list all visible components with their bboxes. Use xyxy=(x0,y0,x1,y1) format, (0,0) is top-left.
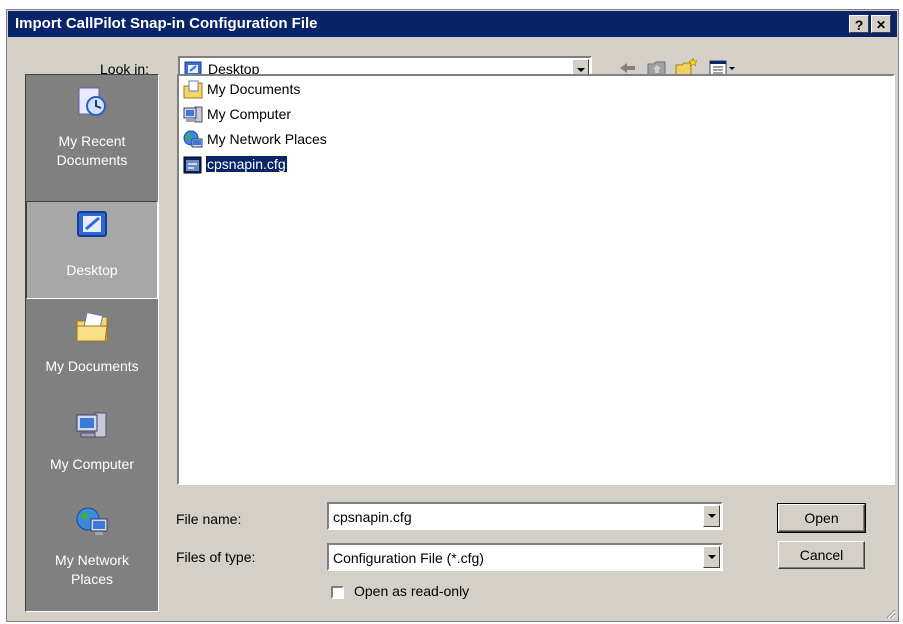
help-button[interactable]: ? xyxy=(849,15,869,33)
file-name: My Documents xyxy=(207,81,301,97)
place-label: My Documents xyxy=(45,358,139,374)
import-dialog: Import CallPilot Snap-in Configuration F… xyxy=(6,9,899,622)
my-computer-icon xyxy=(76,412,107,438)
read-only-label: Open as read-only xyxy=(354,583,470,599)
place-label: Documents xyxy=(56,152,128,168)
window-title: Import CallPilot Snap-in Configuration F… xyxy=(15,15,318,32)
place-desktop[interactable]: Desktop xyxy=(26,201,158,299)
close-button[interactable]: ✕ xyxy=(871,15,891,33)
place-label: My Recent xyxy=(58,133,126,149)
my-documents-icon xyxy=(76,311,108,342)
place-my-network-places[interactable]: My Network Places xyxy=(26,499,158,597)
file-name: My Network Places xyxy=(207,131,327,147)
title-bar: Import CallPilot Snap-in Configuration F… xyxy=(8,11,897,37)
computer-icon xyxy=(183,106,203,123)
recent-documents-icon xyxy=(78,87,106,116)
file-type-label: Files of type: xyxy=(176,549,256,565)
read-only-checkbox[interactable] xyxy=(331,586,344,599)
file-name-combo[interactable]: cpsnapin.cfg xyxy=(327,502,723,530)
file-name-input[interactable]: cpsnapin.cfg xyxy=(333,509,412,525)
file-type-combo[interactable]: Configuration File (*.cfg) xyxy=(327,543,723,571)
cancel-button[interactable]: Cancel xyxy=(778,541,865,569)
place-label: Desktop xyxy=(66,262,118,278)
folder-documents-icon xyxy=(183,80,203,99)
desktop-icon xyxy=(77,211,107,237)
network-places-icon xyxy=(76,507,108,535)
place-label: Places xyxy=(70,571,114,587)
place-my-computer[interactable]: My Computer xyxy=(26,403,158,501)
file-name: cpsnapin.cfg xyxy=(205,155,288,173)
file-type-value: Configuration File (*.cfg) xyxy=(333,550,484,566)
file-name-label: File name: xyxy=(176,511,242,527)
file-type-dropdown-button[interactable] xyxy=(703,546,720,568)
open-button[interactable]: Open xyxy=(777,503,866,533)
close-icon: ✕ xyxy=(875,18,887,32)
config-file-icon xyxy=(183,156,202,174)
place-label: My Computer xyxy=(49,456,135,472)
file-list[interactable]: My Documents My Computer My Network Plac… xyxy=(177,74,895,485)
place-label: My Network xyxy=(55,552,129,568)
resize-grip-icon[interactable] xyxy=(884,607,896,619)
file-name: My Computer xyxy=(207,106,292,122)
help-icon: ? xyxy=(854,17,864,33)
place-my-documents[interactable]: My Documents xyxy=(26,305,158,403)
file-name-dropdown-button[interactable] xyxy=(703,505,720,527)
network-icon xyxy=(183,130,203,148)
places-bar: My Recent Documents Desktop My Documents xyxy=(25,74,159,612)
place-my-recent-documents[interactable]: My Recent Documents xyxy=(26,79,158,177)
